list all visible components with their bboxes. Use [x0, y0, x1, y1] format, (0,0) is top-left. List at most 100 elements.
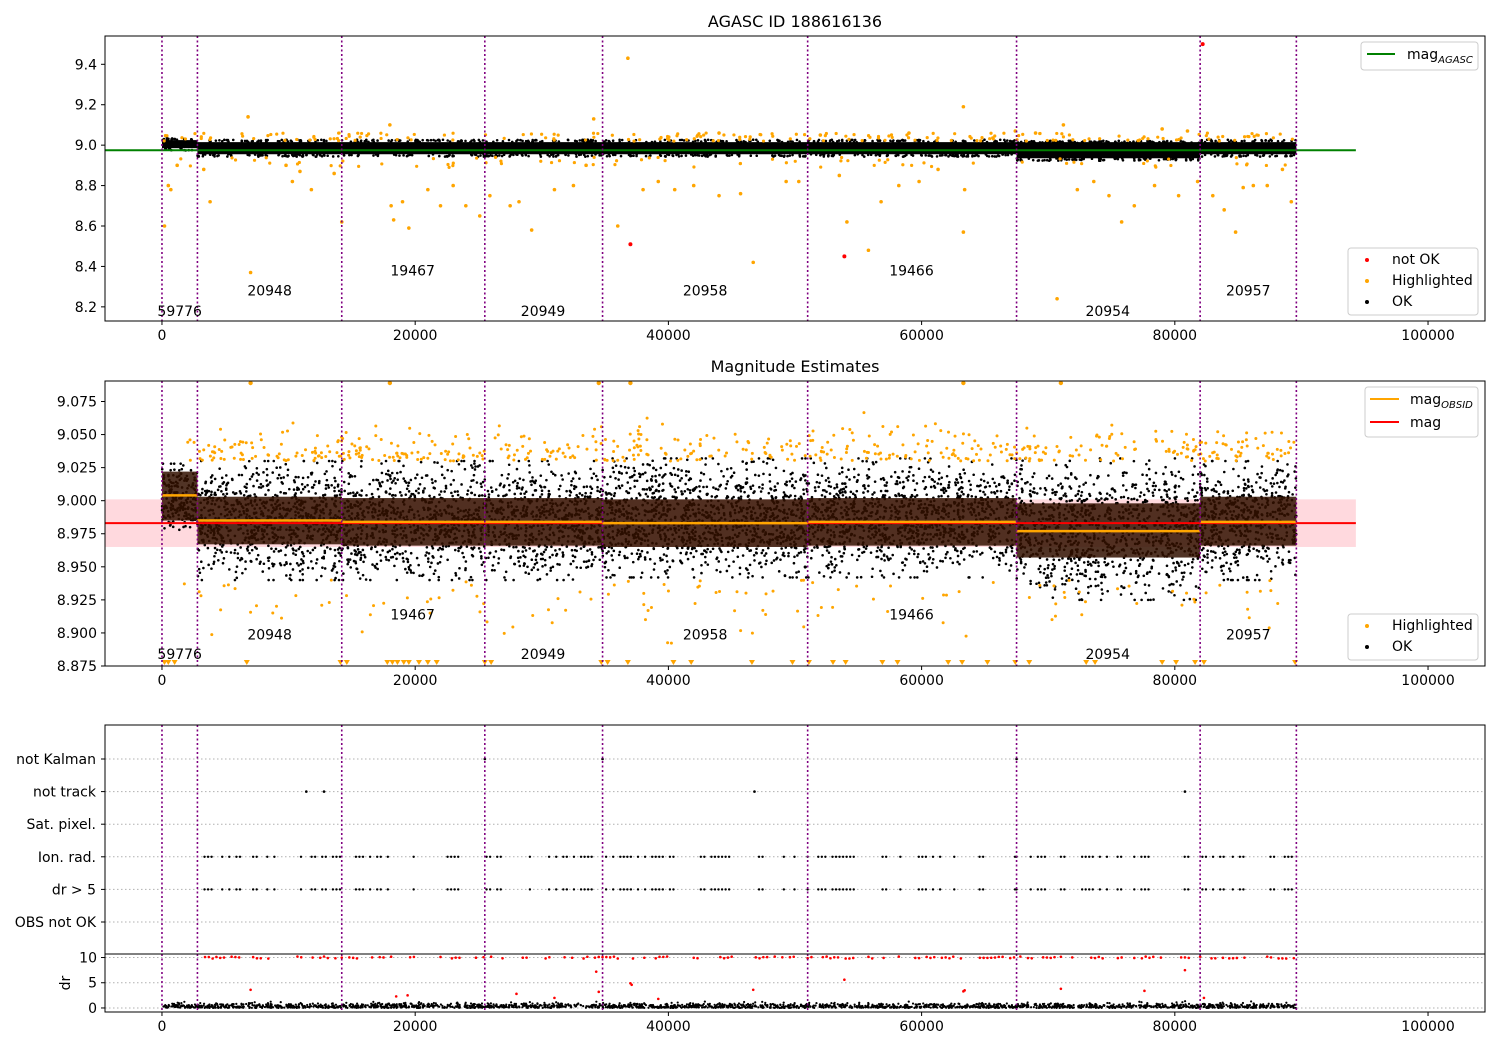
- ok-point: [460, 483, 463, 486]
- highlighted-point: [477, 214, 482, 218]
- highlighted-point: [1126, 138, 1130, 142]
- ok-point: [256, 553, 260, 557]
- ok-point: [1269, 138, 1272, 142]
- highlighted-point: [844, 134, 848, 138]
- ok-point: [865, 474, 869, 477]
- ok-point: [298, 545, 302, 549]
- highlighted-point: [1142, 161, 1146, 166]
- highlighted-point: [656, 155, 660, 160]
- ok-point: [427, 560, 430, 563]
- highlighted-point: [1204, 134, 1208, 138]
- ok-point: [197, 155, 201, 158]
- ok-point: [558, 484, 562, 488]
- ok-point: [590, 476, 594, 480]
- ok-point: [464, 568, 467, 572]
- not-ok-point: [1200, 42, 1205, 47]
- ok-point: [931, 561, 934, 565]
- ok-point: [731, 576, 734, 579]
- ok-point: [679, 559, 682, 562]
- ok-point: [1002, 554, 1005, 557]
- ok-point: [485, 140, 488, 144]
- ok-point: [913, 549, 916, 553]
- ok-point: [260, 153, 264, 157]
- ok-point: [856, 152, 860, 156]
- ok-point: [406, 560, 410, 564]
- highlighted-point: [1264, 132, 1269, 136]
- ok-point: [574, 485, 578, 489]
- ok-point: [277, 473, 281, 477]
- ok-point: [1038, 141, 1042, 144]
- ok-point: [824, 479, 828, 482]
- ok-point: [322, 555, 325, 559]
- ok-point: [592, 472, 596, 475]
- ok-point: [538, 577, 542, 581]
- ok-point: [985, 140, 989, 144]
- ok-point: [376, 139, 379, 142]
- ok-point: [314, 155, 318, 158]
- ok-point: [1171, 157, 1175, 161]
- ok-point: [696, 153, 700, 157]
- ok-point: [971, 154, 974, 157]
- ok-point: [360, 459, 363, 463]
- ok-point: [1268, 155, 1272, 158]
- ok-point: [861, 153, 864, 157]
- not-ok-point: [628, 242, 633, 247]
- ok-point: [316, 138, 320, 142]
- ok-point: [1007, 488, 1011, 492]
- highlighted-point: [936, 136, 940, 140]
- ok-point: [325, 139, 328, 143]
- ok-point: [747, 572, 750, 575]
- ok-point: [1132, 157, 1136, 160]
- ok-point: [610, 554, 614, 557]
- ok-point: [417, 563, 420, 567]
- ok-point: [1258, 155, 1262, 158]
- ok-point: [670, 473, 674, 477]
- highlighted-point: [1145, 159, 1149, 163]
- legend-label: not OK: [1392, 252, 1440, 268]
- ok-point: [346, 558, 349, 561]
- ok-point: [477, 547, 481, 550]
- ok-point: [471, 554, 475, 558]
- highlighted-point: [233, 158, 238, 162]
- ok-point: [300, 558, 303, 561]
- highlighted-point: [1217, 139, 1221, 143]
- ok-point: [237, 473, 241, 477]
- ok-point: [627, 153, 631, 157]
- highlighted-point: [845, 220, 849, 224]
- highlighted-point: [626, 56, 630, 61]
- ok-point: [214, 551, 217, 555]
- ok-point: [543, 558, 547, 562]
- ok-point: [428, 578, 431, 582]
- ok-point: [333, 476, 336, 480]
- ok-point: [596, 489, 599, 493]
- ok-point: [228, 568, 231, 571]
- ok-point: [461, 551, 464, 555]
- ok-point: [885, 154, 889, 158]
- ok-point: [171, 525, 175, 529]
- ok-point: [927, 140, 930, 144]
- highlighted-point: [1146, 137, 1150, 141]
- ok-point: [553, 473, 557, 477]
- ok-point: [414, 139, 417, 142]
- ok-point: [278, 466, 282, 469]
- ok-point: [450, 491, 453, 495]
- highlighted-point: [886, 158, 890, 162]
- ok-point: [418, 482, 422, 486]
- highlighted-point: [591, 131, 596, 135]
- ok-point: [539, 474, 543, 477]
- ok-point: [418, 574, 421, 578]
- ok-point: [446, 468, 449, 472]
- ok-point: [874, 153, 878, 157]
- highlighted-point: [591, 163, 595, 167]
- highlighted-point: [400, 199, 405, 204]
- ok-point: [357, 153, 360, 157]
- ok-point: [585, 485, 589, 488]
- ok-point: [438, 493, 441, 496]
- highlighted-point: [847, 137, 851, 142]
- highlighted-point: [1024, 139, 1028, 143]
- ok-point: [350, 153, 353, 157]
- highlighted-point: [359, 131, 364, 136]
- ok-point: [610, 546, 614, 550]
- ok-point: [947, 483, 951, 487]
- ok-point: [431, 555, 434, 558]
